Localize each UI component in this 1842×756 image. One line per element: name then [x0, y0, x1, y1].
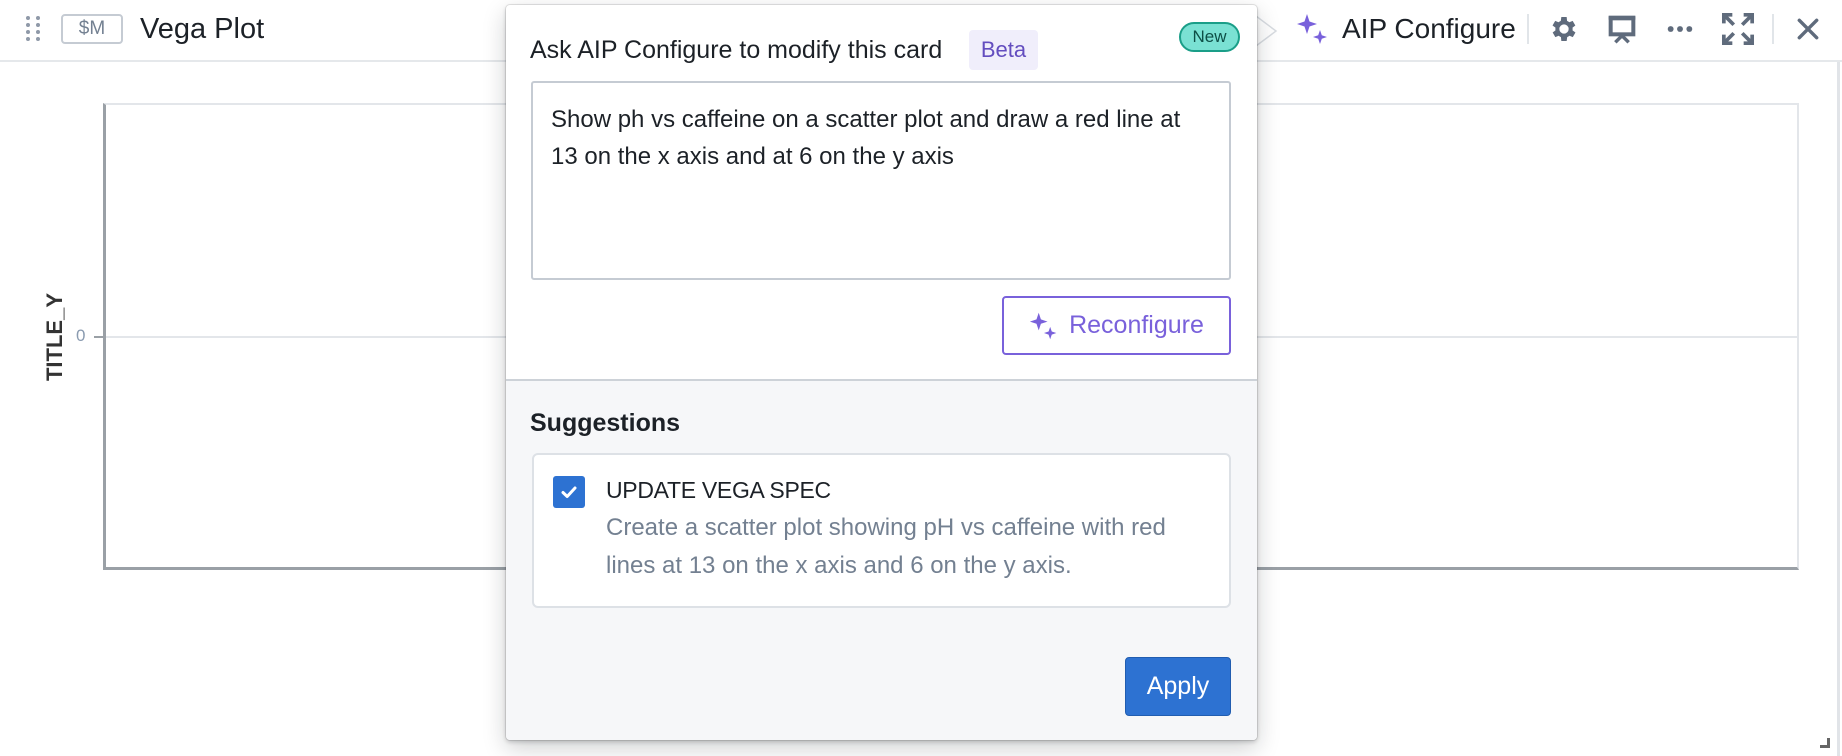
- close-icon: [1797, 18, 1819, 40]
- maximize-button[interactable]: [1719, 10, 1757, 48]
- reconfigure-label: Reconfigure: [1069, 311, 1204, 339]
- toolbar-separator: [1527, 14, 1529, 44]
- suggestions-heading: Suggestions: [530, 409, 681, 437]
- aip-configure-label: AIP Configure: [1342, 13, 1516, 44]
- settings-button[interactable]: [1545, 10, 1583, 48]
- presentation-icon: [1608, 15, 1636, 44]
- present-button[interactable]: [1603, 10, 1641, 48]
- aip-configure-button[interactable]: AIP Configure: [1296, 9, 1516, 49]
- suggestion-checkbox[interactable]: [553, 476, 585, 508]
- suggestion-title: UPDATE VEGA SPEC: [606, 477, 831, 503]
- drag-handle-icon[interactable]: [26, 15, 40, 43]
- prompt-input[interactable]: [531, 81, 1231, 280]
- reconfigure-button[interactable]: Reconfigure: [1002, 296, 1231, 355]
- maximize-icon: [1721, 12, 1755, 46]
- more-icon: [1667, 26, 1693, 32]
- toolbar-separator: [1772, 14, 1774, 44]
- card-title[interactable]: Vega Plot: [140, 11, 264, 47]
- popover-title: Ask AIP Configure to modify this card: [530, 36, 943, 64]
- sparkles-icon: [1029, 312, 1057, 339]
- aip-configure-popover: Ask AIP Configure to modify this card Be…: [506, 5, 1257, 740]
- currency-badge: $M: [61, 14, 123, 44]
- resize-handle[interactable]: [1820, 738, 1830, 748]
- close-button[interactable]: [1789, 10, 1827, 48]
- card-right-border: [1837, 62, 1840, 756]
- checkmark-icon: [561, 486, 577, 498]
- more-options-button[interactable]: [1661, 10, 1699, 48]
- suggestions-section: Suggestions UPDATE VEGA SPEC Create a sc…: [506, 381, 1257, 740]
- y-tick-label: 0: [76, 326, 86, 345]
- sparkles-icon: [1297, 14, 1327, 44]
- suggestion-description: Create a scatter plot showing pH vs caff…: [606, 514, 1166, 579]
- beta-tag: Beta: [969, 30, 1038, 70]
- y-axis-title: TITLE_Y: [42, 292, 67, 382]
- apply-button[interactable]: Apply: [1125, 657, 1231, 716]
- new-badge: New: [1179, 22, 1240, 52]
- gear-icon: [1552, 17, 1576, 41]
- suggestion-item[interactable]: UPDATE VEGA SPEC Create a scatter plot s…: [532, 453, 1231, 608]
- y-tick-mark: [94, 336, 103, 338]
